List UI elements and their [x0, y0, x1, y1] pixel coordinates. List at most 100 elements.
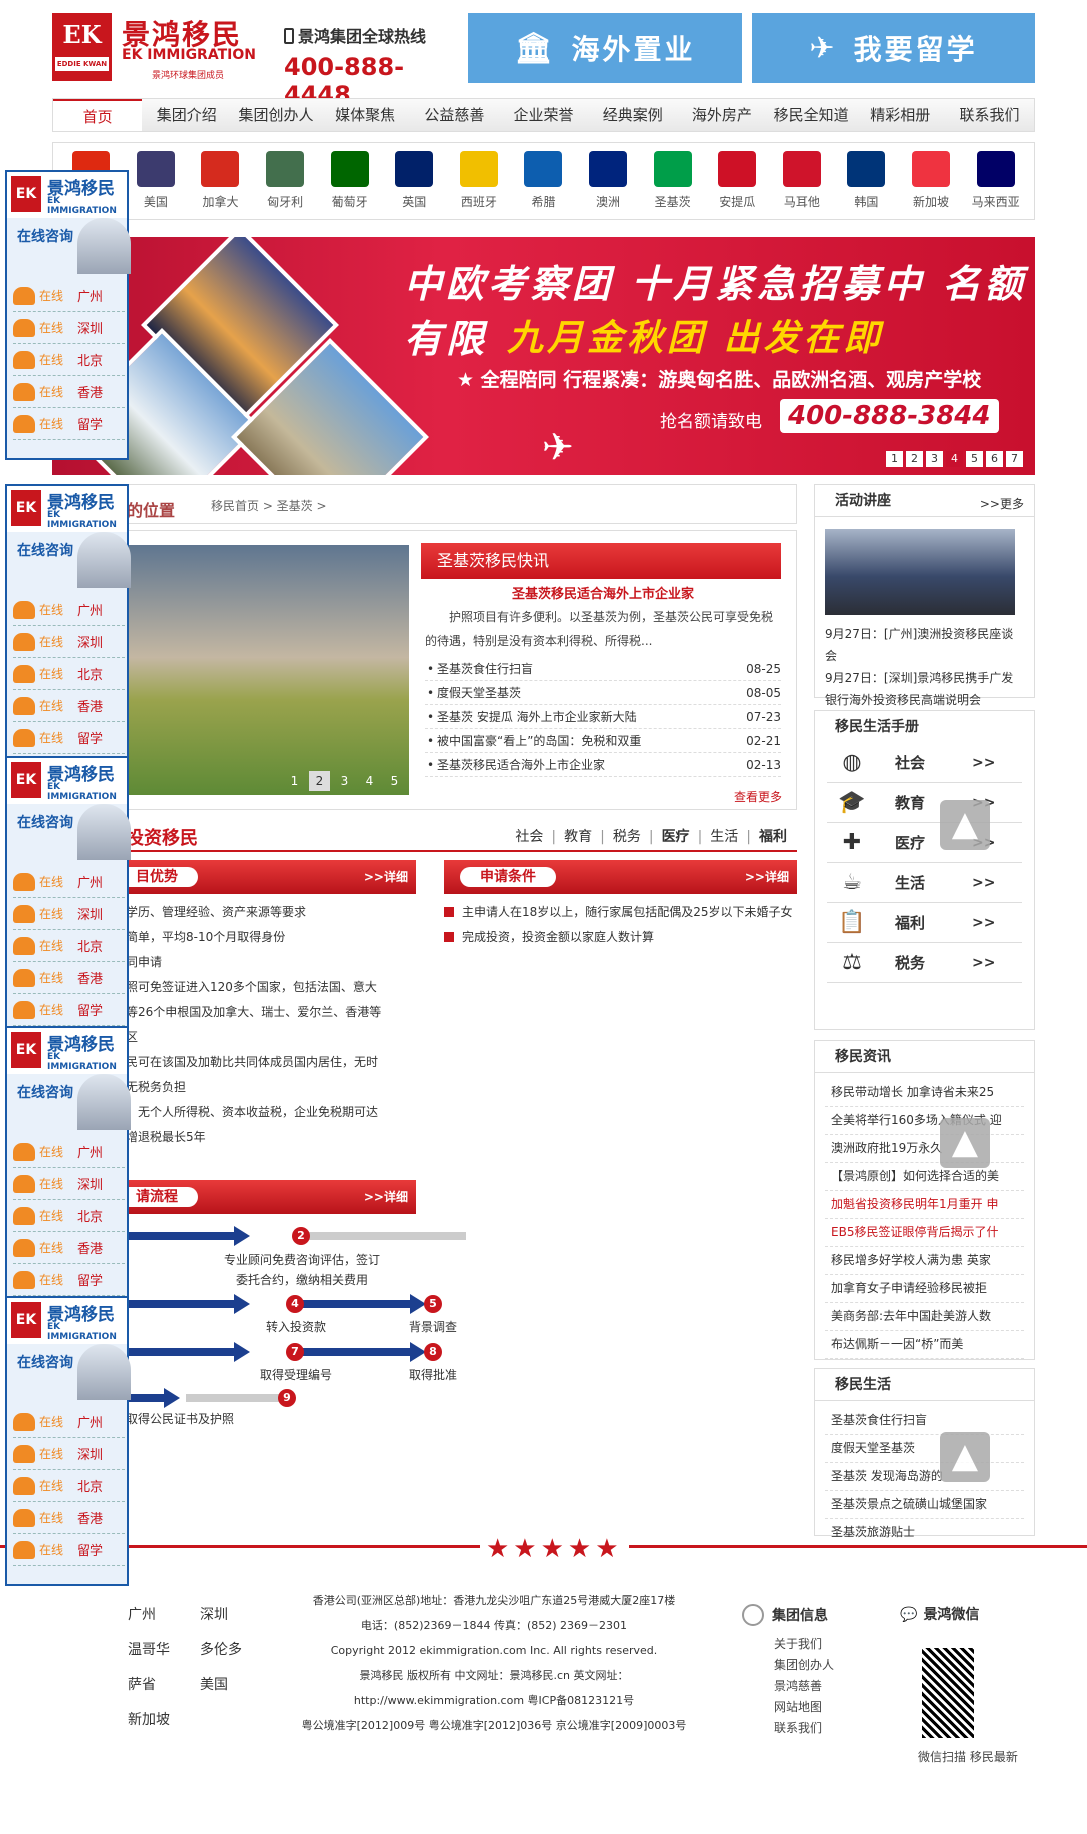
section-tab[interactable]: 税务	[613, 829, 641, 845]
logo[interactable]: EK EDDIE KWAN	[52, 13, 112, 81]
life-guide-item[interactable]: ☕ 生活 >>	[827, 863, 1022, 903]
footer-city[interactable]: 温哥华	[128, 1633, 200, 1668]
immig-news-item[interactable]: 美商务部:去年中国赴美游人数	[825, 1303, 1024, 1331]
conditions-more-link[interactable]: >>详细	[745, 868, 789, 885]
immig-news-item[interactable]: 澳洲政府批19万永久	[825, 1135, 1024, 1163]
sidebar-city-item[interactable]: 在线 留学	[13, 1264, 125, 1296]
sidebar-city-item[interactable]: 在线 广州	[13, 594, 125, 626]
section-tab[interactable]: 社会	[515, 829, 543, 845]
immig-news-item[interactable]: 布达佩斯－一因“桥”而美	[825, 1331, 1024, 1359]
sidebar-city-item[interactable]: 在线 深圳	[13, 626, 125, 658]
sidebar-city-item[interactable]: 在线 香港	[13, 1502, 125, 1534]
immig-news-item[interactable]: 移民带动增长 加拿诗省未来25	[825, 1079, 1024, 1107]
banner-page-dot[interactable]: 6	[986, 451, 1003, 467]
immig-life-item[interactable]: 度假天堂圣基茨	[825, 1435, 1024, 1463]
footer-link[interactable]: 网站地图	[742, 1697, 834, 1718]
banner-page-dot[interactable]: 4	[946, 451, 963, 467]
section-tab[interactable]: 医疗	[662, 829, 690, 845]
country-flag[interactable]: 匈牙利	[253, 151, 318, 219]
nav-item[interactable]: 联系我们	[945, 99, 1034, 131]
sidebar-city-item[interactable]: 在线 广州	[13, 1136, 125, 1168]
photo-page-dot[interactable]: 2	[309, 771, 330, 791]
footer-link[interactable]: 集团创办人	[742, 1655, 834, 1676]
country-flag[interactable]: 马耳他	[770, 151, 835, 219]
news-headline[interactable]: 圣基茨移民适合海外上市企业家	[433, 583, 773, 602]
study-abroad-button[interactable]: ✈ 我要留学	[752, 13, 1035, 83]
immig-life-item[interactable]: 圣基茨景点之硫磺山城堡国家	[825, 1491, 1024, 1519]
sidebar-city-item[interactable]: 在线 留学	[13, 994, 125, 1026]
news-item[interactable]: 圣基茨 安提瓜 海外上市企业家新大陆 07-23	[425, 705, 781, 729]
news-item[interactable]: 被中国富豪“看上”的岛国：免税和双重 02-21	[425, 729, 781, 753]
sidebar-city-item[interactable]: 在线 深圳	[13, 1168, 125, 1200]
overseas-property-button[interactable]: 🏛 海外置业	[468, 13, 742, 83]
nav-item[interactable]: 精彩相册	[856, 99, 945, 131]
footer-link[interactable]: 关于我们	[742, 1634, 834, 1655]
sidebar-city-item[interactable]: 在线 北京	[13, 344, 125, 376]
footer-city[interactable]: 广州	[128, 1598, 200, 1633]
section-tab[interactable]: 教育	[564, 829, 592, 845]
back-to-top-button[interactable]: ▲	[940, 1432, 990, 1482]
activity-more-link[interactable]: >>更多	[980, 495, 1024, 512]
banner-page-dot[interactable]: 5	[966, 451, 983, 467]
news-more-link[interactable]: 查看更多	[734, 788, 782, 805]
nav-item[interactable]: 集团介绍	[142, 99, 231, 131]
photo-page-dot[interactable]: 1	[284, 771, 305, 791]
country-flag[interactable]: 安提瓜	[705, 151, 770, 219]
nav-item[interactable]: 公益慈善	[410, 99, 499, 131]
footer-city[interactable]: 美国	[200, 1668, 272, 1703]
banner-page-dot[interactable]: 7	[1006, 451, 1023, 467]
country-flag[interactable]: 马来西亚	[963, 151, 1028, 219]
banner-page-dot[interactable]: 2	[906, 451, 923, 467]
immig-life-item[interactable]: 圣基茨旅游贴士	[825, 1519, 1024, 1547]
footer-city[interactable]: 多伦多	[200, 1633, 272, 1668]
news-item[interactable]: 圣基茨移民适合海外上市企业家 02-13	[425, 753, 781, 777]
immig-life-item[interactable]: 圣基茨食住行扫盲	[825, 1407, 1024, 1435]
nav-item[interactable]: 首页	[53, 99, 143, 131]
section-tab[interactable]: 生活	[710, 829, 738, 845]
nav-item[interactable]: 经典案例	[588, 99, 677, 131]
news-photo[interactable]: 12345	[121, 545, 409, 795]
immig-news-item[interactable]: 【景鸿原创】如何选择合适的美	[825, 1163, 1024, 1191]
advantages-more-link[interactable]: >>详细	[364, 868, 408, 885]
activity-item[interactable]: 9月27日：[广州]澳洲投资移民座谈会	[825, 623, 1024, 667]
news-item[interactable]: 度假天堂圣基茨 08-05	[425, 681, 781, 705]
back-to-top-button[interactable]: ▲	[940, 800, 990, 850]
life-guide-item[interactable]: 🎓教育>>	[827, 783, 1022, 823]
nav-item[interactable]: 媒体聚焦	[321, 99, 410, 131]
footer-city[interactable]	[200, 1703, 272, 1738]
life-guide-item[interactable]: ◍ 社会 >>	[827, 743, 1022, 783]
country-flag[interactable]: 英国	[382, 151, 447, 219]
life-guide-item[interactable]: ⚖ 税务 >>	[827, 943, 1022, 983]
country-flag[interactable]: 加拿大	[188, 151, 253, 219]
sidebar-city-item[interactable]: 在线 香港	[13, 962, 125, 994]
sidebar-city-item[interactable]: 在线 深圳	[13, 312, 125, 344]
back-to-top-button[interactable]: ▲	[940, 1118, 990, 1168]
photo-page-dot[interactable]: 5	[384, 771, 405, 791]
banner-page-dot[interactable]: 3	[926, 451, 943, 467]
sidebar-city-item[interactable]: 在线 北京	[13, 930, 125, 962]
immig-life-item[interactable]: 圣基茨 发现海岛游的	[825, 1463, 1024, 1491]
sidebar-city-item[interactable]: 在线 留学	[13, 408, 125, 440]
footer-city[interactable]: 深圳	[200, 1598, 272, 1633]
immig-news-item[interactable]: 加魁省投资移民明年1月重开 申	[825, 1191, 1024, 1219]
activity-photo[interactable]	[825, 529, 1015, 615]
sidebar-city-item[interactable]: 在线 香港	[13, 690, 125, 722]
banner-page-dot[interactable]: 1	[886, 451, 903, 467]
footer-city[interactable]: 萨省	[128, 1668, 200, 1703]
country-flag[interactable]: 圣基茨	[640, 151, 705, 219]
sidebar-city-item[interactable]: 在线 香港	[13, 1232, 125, 1264]
breadcrumb-path[interactable]: 移民首页 > 圣基茨 >	[211, 497, 327, 514]
sidebar-city-item[interactable]: 在线 北京	[13, 1200, 125, 1232]
process-more-link[interactable]: >>详细	[364, 1188, 408, 1205]
sidebar-city-item[interactable]: 在线 留学	[13, 722, 125, 754]
sidebar-city-item[interactable]: 在线 深圳	[13, 898, 125, 930]
sidebar-city-item[interactable]: 在线 北京	[13, 658, 125, 690]
photo-page-dot[interactable]: 4	[359, 771, 380, 791]
photo-page-dot[interactable]: 3	[334, 771, 355, 791]
country-flag[interactable]: 希腊	[511, 151, 576, 219]
country-flag[interactable]: 美国	[124, 151, 189, 219]
country-flag[interactable]: 韩国	[834, 151, 899, 219]
country-flag[interactable]: 澳洲	[576, 151, 641, 219]
life-guide-item[interactable]: 📋 福利 >>	[827, 903, 1022, 943]
nav-item[interactable]: 海外房产	[677, 99, 766, 131]
